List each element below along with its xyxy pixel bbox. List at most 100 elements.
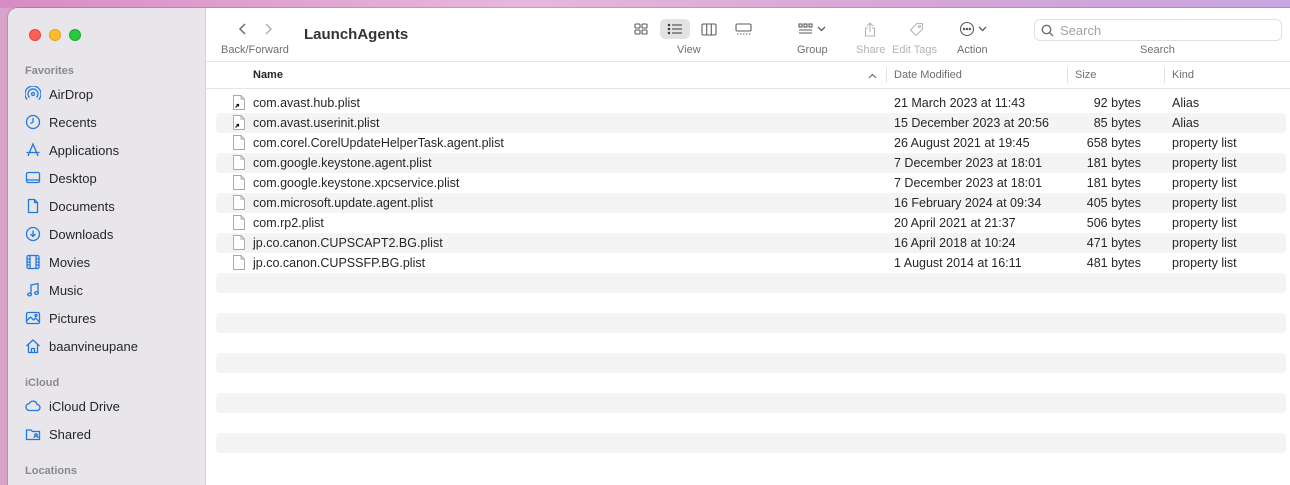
action-label: Action xyxy=(957,44,988,56)
search-field[interactable] xyxy=(1034,19,1282,41)
file-size: 92 bytes xyxy=(1093,96,1141,110)
sidebar-section-locations: Locations xyxy=(25,465,77,477)
file-row[interactable]: com.avast.hub.plist 21 March 2023 at 11:… xyxy=(216,93,1286,113)
search-label: Search xyxy=(1140,44,1175,56)
sidebar-item-shared[interactable]: Shared xyxy=(24,423,194,445)
file-kind: property list xyxy=(1172,216,1237,230)
sidebar-item-label: iCloud Drive xyxy=(49,398,120,414)
file-name: jp.co.canon.CUPSCAPT2.BG.plist xyxy=(253,236,443,250)
empty-row xyxy=(216,393,1286,413)
desktop-icon xyxy=(24,170,41,187)
sidebar-item-label: Pictures xyxy=(49,310,96,326)
edit-tags-button[interactable] xyxy=(909,19,924,39)
column-separator[interactable] xyxy=(1067,67,1068,83)
sidebar-item-pictures[interactable]: Pictures xyxy=(24,307,194,329)
column-view-button[interactable] xyxy=(694,19,724,39)
edit-tags-label: Edit Tags xyxy=(892,44,938,56)
download-icon xyxy=(24,226,41,243)
file-size: 405 bytes xyxy=(1086,196,1141,210)
sidebar-item-label: Shared xyxy=(49,426,91,442)
file-size: 85 bytes xyxy=(1093,116,1141,130)
column-separator[interactable] xyxy=(1164,67,1165,83)
home-icon xyxy=(24,338,41,355)
empty-row xyxy=(216,333,1286,353)
group-icon xyxy=(798,23,813,34)
file-date-modified: 16 February 2024 at 09:34 xyxy=(894,196,1042,210)
column-separator[interactable] xyxy=(886,67,887,83)
file-row[interactable]: com.corel.CorelUpdateHelperTask.agent.pl… xyxy=(216,133,1286,153)
sidebar-section-favorites: Favorites xyxy=(25,65,74,77)
file-kind: property list xyxy=(1172,176,1237,190)
action-button[interactable] xyxy=(959,19,987,39)
film-icon xyxy=(24,254,41,271)
file-kind: Alias xyxy=(1172,116,1200,130)
column-header-name[interactable]: Name xyxy=(253,69,283,81)
zoom-button[interactable] xyxy=(69,29,81,41)
sidebar-section-icloud: iCloud xyxy=(25,377,60,389)
file-kind: property list xyxy=(1172,236,1237,250)
sidebar-item-label: AirDrop xyxy=(49,86,94,102)
sidebar-item-documents[interactable]: Documents xyxy=(24,195,194,217)
file-row[interactable]: com.rp2.plist 20 April 2021 at 21:37 506… xyxy=(216,213,1286,233)
file-size: 658 bytes xyxy=(1086,136,1141,150)
sidebar-item-home[interactable]: baanvineupane xyxy=(24,335,194,357)
forward-button[interactable] xyxy=(259,20,277,38)
sidebar-item-movies[interactable]: Movies xyxy=(24,251,194,273)
gallery-view-button[interactable] xyxy=(728,19,758,39)
file-size: 481 bytes xyxy=(1086,256,1141,270)
empty-row xyxy=(216,273,1286,293)
sidebar-item-label: Music xyxy=(49,282,83,298)
sidebar-item-recents[interactable]: Recents xyxy=(24,111,194,133)
column-header-size[interactable]: Size xyxy=(1075,69,1096,81)
column-header-kind[interactable]: Kind xyxy=(1172,69,1194,81)
chevron-left-icon xyxy=(238,23,246,35)
file-row[interactable]: com.google.keystone.xpcservice.plist 7 D… xyxy=(216,173,1286,193)
file-name: com.microsoft.update.agent.plist xyxy=(253,196,433,210)
sidebar-item-icloud-drive[interactable]: iCloud Drive xyxy=(24,395,194,417)
column-header-date-modified[interactable]: Date Modified xyxy=(894,69,962,81)
plist-file-icon xyxy=(233,135,245,150)
file-kind: Alias xyxy=(1172,96,1200,110)
file-row[interactable]: jp.co.canon.CUPSCAPT2.BG.plist 16 April … xyxy=(216,233,1286,253)
sidebar-item-desktop[interactable]: Desktop xyxy=(24,167,194,189)
sidebar-item-airdrop[interactable]: AirDrop xyxy=(24,83,194,105)
file-date-modified: 21 March 2023 at 11:43 xyxy=(894,96,1026,110)
empty-row xyxy=(216,433,1286,453)
sidebar-item-label: Downloads xyxy=(49,226,114,242)
window-title: LaunchAgents xyxy=(304,26,409,43)
columns-icon xyxy=(701,22,717,36)
close-button[interactable] xyxy=(29,29,41,41)
sidebar-item-applications[interactable]: Applications xyxy=(24,139,194,161)
file-name: com.rp2.plist xyxy=(253,216,324,230)
share-button[interactable] xyxy=(864,19,876,39)
group-button[interactable] xyxy=(798,19,826,39)
plist-file-icon xyxy=(233,235,245,250)
search-input[interactable] xyxy=(1060,22,1270,38)
minimize-button[interactable] xyxy=(49,29,61,41)
file-row[interactable]: com.avast.userinit.plist 15 December 202… xyxy=(216,113,1286,133)
sidebar-item-music[interactable]: Music xyxy=(24,279,194,301)
file-kind: property list xyxy=(1172,136,1237,150)
list-view-button[interactable] xyxy=(660,19,690,39)
file-name: com.google.keystone.agent.plist xyxy=(253,156,432,170)
file-row[interactable]: com.microsoft.update.agent.plist 16 Febr… xyxy=(216,193,1286,213)
sidebar: Favorites AirDrop Recents Applications D… xyxy=(8,8,206,485)
file-date-modified: 16 April 2018 at 10:24 xyxy=(894,236,1016,250)
empty-row xyxy=(216,453,1286,473)
file-date-modified: 1 August 2014 at 16:11 xyxy=(894,256,1022,270)
view-label: View xyxy=(677,44,701,56)
back-button[interactable] xyxy=(234,20,252,38)
chevron-down-icon xyxy=(978,26,987,32)
empty-row xyxy=(216,373,1286,393)
sidebar-item-downloads[interactable]: Downloads xyxy=(24,223,194,245)
sidebar-item-label: baanvineupane xyxy=(49,338,138,354)
empty-row xyxy=(216,353,1286,373)
shared-folder-icon xyxy=(24,426,41,443)
tag-icon xyxy=(909,22,924,36)
file-row[interactable]: com.google.keystone.agent.plist 7 Decemb… xyxy=(216,153,1286,173)
file-row[interactable]: jp.co.canon.CUPSSFP.BG.plist 1 August 20… xyxy=(216,253,1286,273)
icon-view-button[interactable] xyxy=(626,19,656,39)
file-date-modified: 7 December 2023 at 18:01 xyxy=(894,176,1043,190)
file-name: jp.co.canon.CUPSSFP.BG.plist xyxy=(253,256,426,270)
window-controls xyxy=(29,29,81,41)
